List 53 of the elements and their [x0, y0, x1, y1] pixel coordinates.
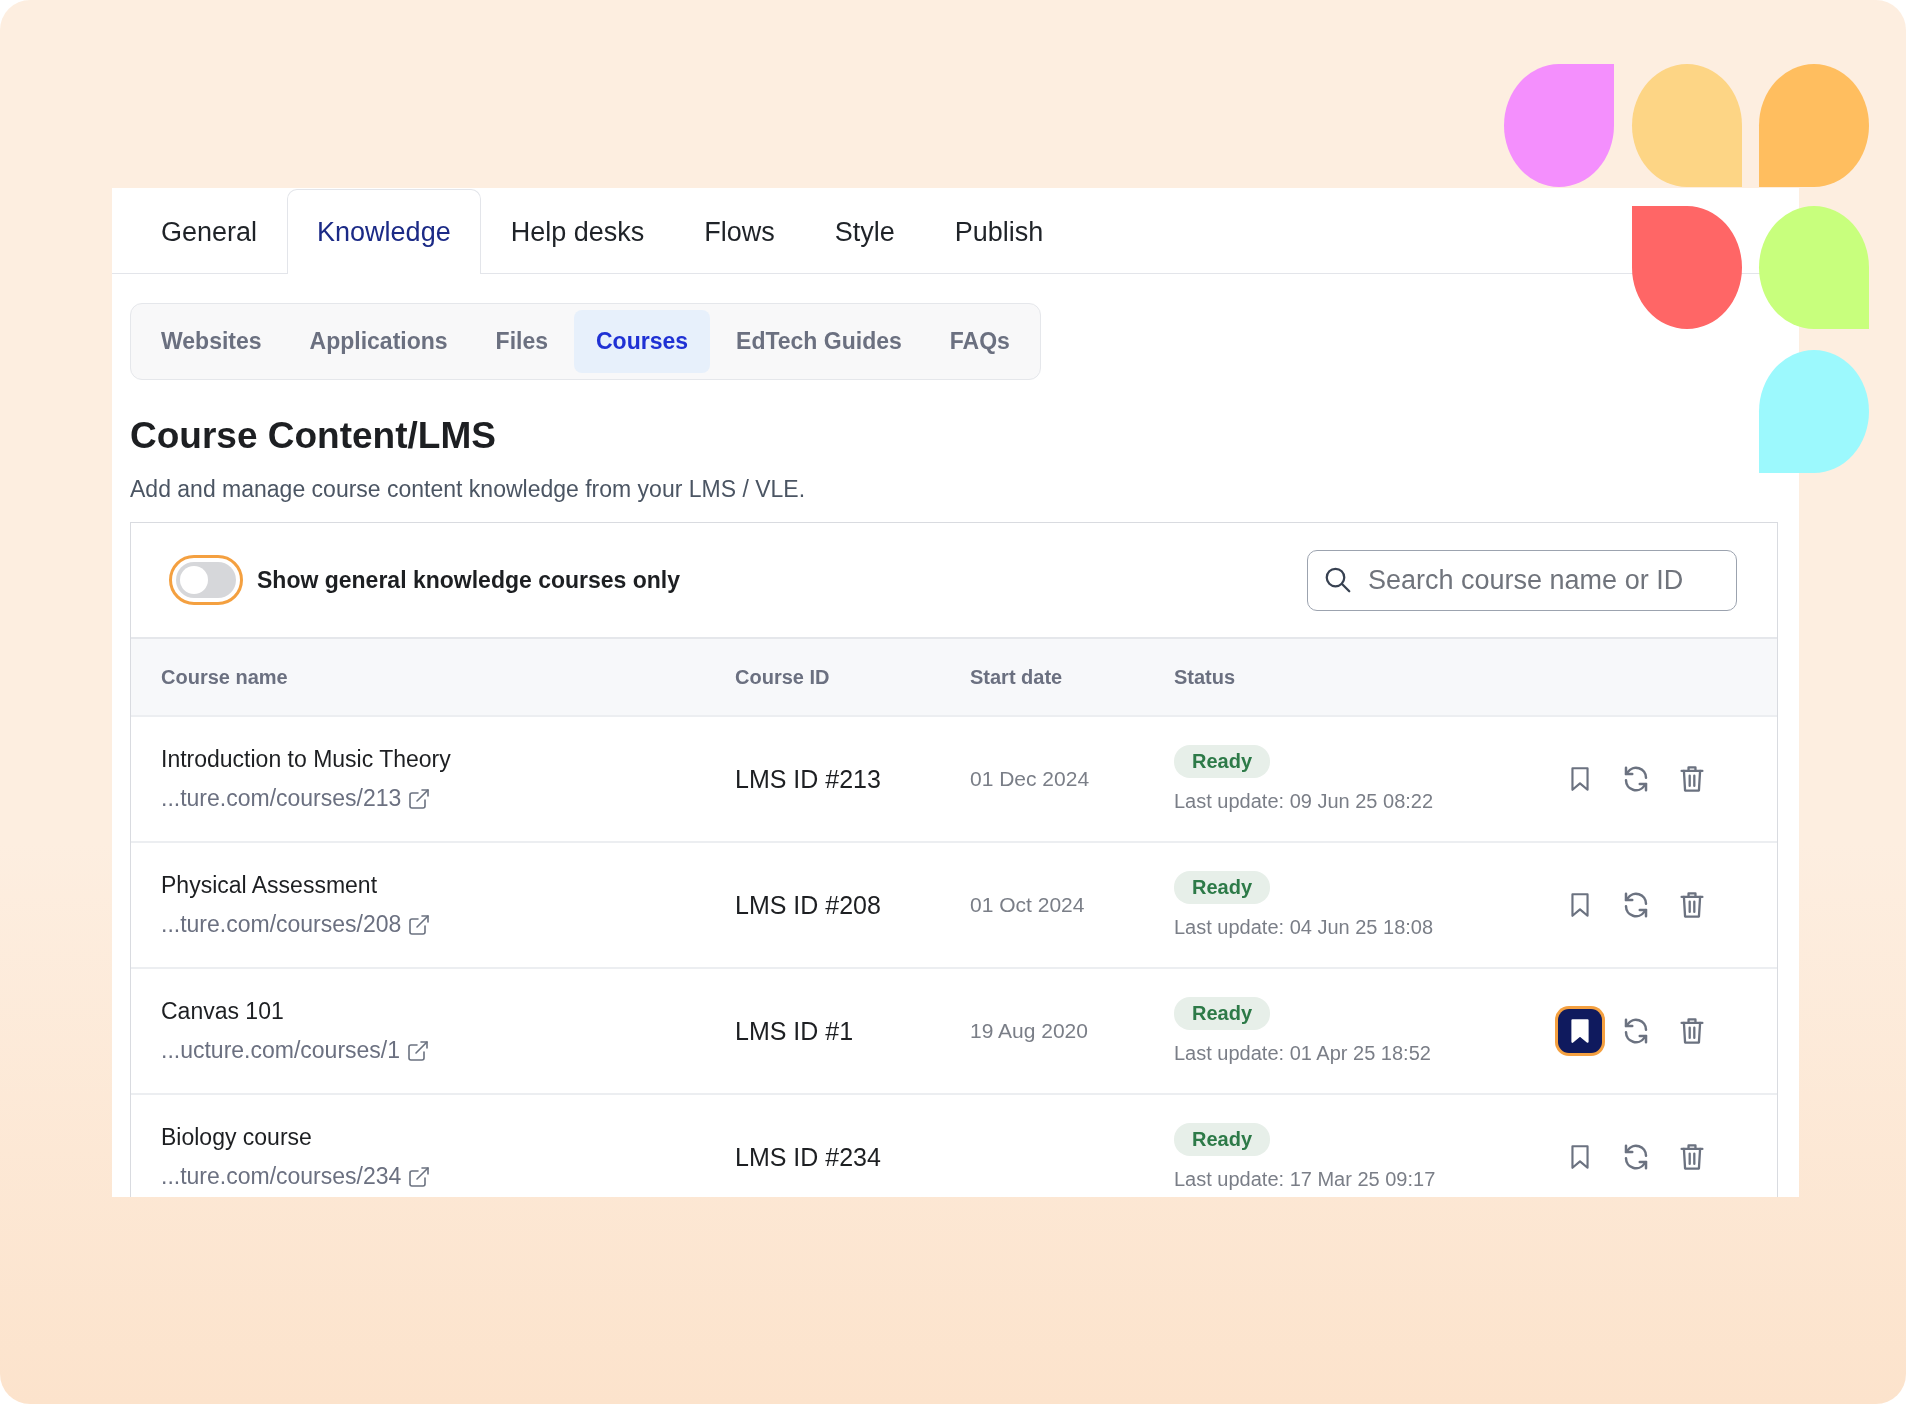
- status-badge: Ready: [1174, 871, 1271, 904]
- toggle-switch[interactable]: [169, 555, 243, 605]
- toggle-label: Show general knowledge courses only: [257, 566, 681, 594]
- subtab[interactable]: Courses: [574, 310, 711, 373]
- course-name: Introduction to Music Theory: [161, 746, 451, 773]
- tab[interactable]: Style: [804, 190, 925, 274]
- course-link[interactable]: ...ture.com/courses/234: [161, 1163, 432, 1190]
- start-date: 19 Aug 2020: [970, 1019, 1088, 1042]
- last-update: Last update: 01 Apr 25 18:52: [1174, 1042, 1431, 1065]
- subtab[interactable]: Websites: [139, 310, 284, 373]
- column-header: Start date: [970, 665, 1064, 689]
- subtab[interactable]: Applications: [287, 310, 470, 373]
- course-link[interactable]: ...ture.com/courses/208: [161, 911, 432, 938]
- column-header: Status: [1174, 665, 1237, 689]
- last-update: Last update: 09 Jun 25 08:22: [1174, 790, 1434, 813]
- trash-icon: [1678, 1142, 1706, 1172]
- subtab[interactable]: Files: [473, 310, 570, 373]
- page-subtitle: Add and manage course content knowledge from your LMS / VLE.: [130, 475, 807, 504]
- page-title: Course Content/LMS: [130, 414, 497, 458]
- external-link-icon: [407, 912, 432, 937]
- course-name: Physical Assessment: [161, 872, 378, 899]
- last-update: Last update: 17 Mar 25 09:17: [1174, 1168, 1436, 1191]
- course-id: LMS ID #213: [735, 764, 882, 794]
- search-field[interactable]: Search course name or ID: [1307, 549, 1737, 611]
- course-id: LMS ID #234: [735, 1142, 882, 1172]
- external-link-icon: [407, 786, 432, 811]
- course-link[interactable]: ...ucture.com/courses/1: [161, 1037, 431, 1064]
- status-badge: Ready: [1174, 997, 1271, 1030]
- trash-icon: [1678, 890, 1706, 920]
- course-name: Canvas 101: [161, 998, 284, 1025]
- start-date: 01 Dec 2024: [970, 767, 1090, 790]
- trash-icon: [1678, 1016, 1706, 1046]
- subtab[interactable]: EdTech Guides: [714, 310, 924, 373]
- tab[interactable]: Publish: [924, 190, 1074, 274]
- last-update: Last update: 04 Jun 25 18:08: [1174, 916, 1434, 939]
- tab[interactable]: General: [131, 190, 288, 274]
- course-id: LMS ID #1: [735, 1016, 855, 1046]
- external-link-icon: [406, 1038, 431, 1063]
- course-link[interactable]: ...ture.com/courses/213: [161, 785, 432, 812]
- external-link-icon: [407, 1164, 432, 1189]
- subtab[interactable]: FAQs: [927, 310, 1032, 373]
- tab[interactable]: Help desks: [480, 190, 675, 274]
- status-badge: Ready: [1174, 1123, 1271, 1156]
- bookmark-button[interactable]: [1558, 1009, 1602, 1053]
- status-badge: Ready: [1174, 745, 1271, 778]
- start-date: 01 Oct 2024: [970, 893, 1085, 916]
- course-id: LMS ID #208: [735, 890, 882, 920]
- trash-icon: [1678, 764, 1706, 794]
- column-header: Course name: [161, 665, 289, 689]
- course-name: Biology course: [161, 1124, 312, 1151]
- tab[interactable]: Knowledge: [287, 189, 481, 274]
- column-header: Course ID: [735, 665, 831, 689]
- tab[interactable]: Flows: [674, 190, 805, 274]
